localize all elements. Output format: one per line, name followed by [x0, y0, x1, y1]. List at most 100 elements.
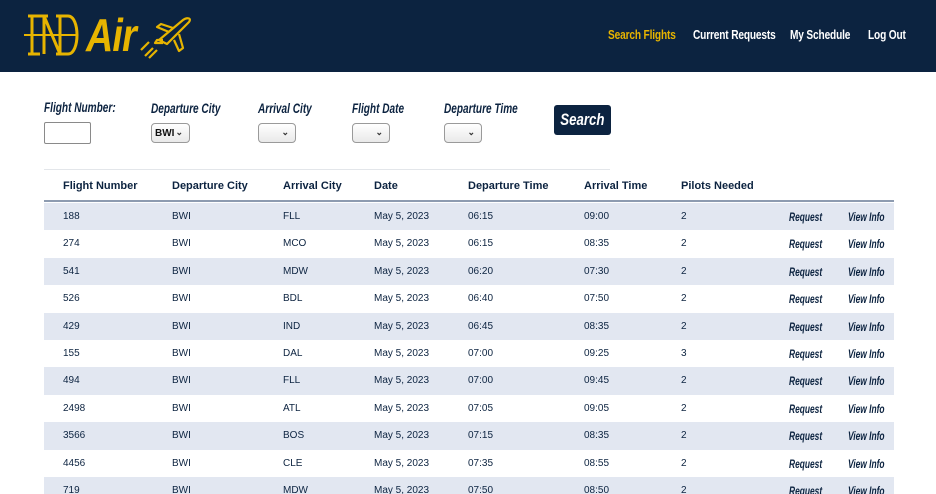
arrival-city-select[interactable]: ⌄ [258, 123, 296, 143]
view-info-link[interactable]: View Info [848, 347, 885, 361]
cell-departure-time: 06:40 [468, 293, 494, 305]
cell-departure-city: BWI [172, 238, 191, 250]
request-link[interactable]: Request [789, 292, 822, 306]
cell-departure-time: 06:45 [468, 320, 494, 332]
chevron-down-icon: ⌄ [467, 127, 475, 137]
cell-pilots-needed: 2 [681, 375, 687, 387]
cell-departure-city: BWI [172, 375, 191, 387]
site-logo[interactable]: Air [22, 6, 203, 64]
chevron-down-icon: ⌄ [281, 127, 289, 137]
flight-number-input[interactable] [44, 122, 91, 144]
header-departure-time: Departure Time [468, 180, 549, 192]
chevron-down-icon: ⌄ [375, 127, 383, 137]
chevron-down-icon: ⌄ [175, 127, 183, 137]
view-info-link[interactable]: View Info [848, 210, 885, 224]
cell-departure-time: 07:50 [468, 484, 494, 494]
flight-date-select[interactable]: ⌄ [352, 123, 390, 143]
cell-departure-city: BWI [172, 211, 191, 222]
view-info-link[interactable]: View Info [848, 429, 885, 443]
view-info-link[interactable]: View Info [848, 402, 885, 416]
view-info-link[interactable]: View Info [848, 320, 885, 334]
table-row: 429 BWI IND May 5, 2023 06:45 08:35 2 Request Vi… [44, 312, 894, 340]
cell-departure-time: 07:05 [468, 402, 494, 414]
cell-flight-number: 429 [63, 320, 80, 332]
request-link[interactable]: Request [789, 320, 822, 334]
cell-arrival-city: MCO [283, 238, 307, 250]
cell-departure-city: BWI [172, 457, 191, 469]
cell-pilots-needed: 2 [681, 211, 687, 222]
cell-pilots-needed: 2 [681, 238, 687, 250]
header-departure-city: Departure City [172, 180, 248, 192]
request-link[interactable]: Request [789, 374, 822, 388]
cell-flight-number: 274 [63, 238, 80, 250]
request-link[interactable]: Request [789, 210, 822, 224]
cell-arrival-city: FLL [283, 375, 301, 387]
header-date: Date [374, 180, 398, 192]
request-link[interactable]: Request [789, 265, 822, 279]
cell-departure-city: BWI [172, 484, 191, 494]
cell-departure-city: BWI [172, 320, 191, 332]
flights-table-body: 188 BWI FLL May 5, 2023 06:15 09:00 2 Request Vi… [44, 203, 894, 494]
departure-city-label: Departure City [151, 100, 221, 116]
cell-arrival-time: 08:35 [584, 320, 610, 332]
arrival-city-label: Arrival City [258, 100, 312, 116]
table-row: 3566 BWI BOS May 5, 2023 07:15 08:35 2 Request V… [44, 422, 894, 450]
cell-date: May 5, 2023 [374, 293, 430, 305]
header-flight-number: Flight Number [63, 180, 138, 192]
request-link[interactable]: Request [789, 237, 822, 251]
departure-city-select[interactable]: BWI ⌄ [151, 123, 190, 143]
cell-arrival-city: CLE [283, 457, 303, 469]
cell-departure-time: 07:15 [468, 430, 494, 442]
request-link[interactable]: Request [789, 457, 822, 471]
cell-arrival-city: BOS [283, 430, 305, 442]
cell-arrival-city: IND [283, 320, 301, 332]
table-row: 494 BWI FLL May 5, 2023 07:00 09:45 2 Request Vi… [44, 367, 894, 395]
header-pilots-needed: Pilots Needed [681, 180, 754, 192]
nav-log-out[interactable]: Log Out [868, 27, 906, 42]
nd-monogram-icon [24, 14, 79, 56]
top-nav-bar: Air Search Flights Current Requests My S… [0, 0, 936, 72]
cell-pilots-needed: 3 [681, 347, 687, 359]
departure-time-select[interactable]: ⌄ [444, 123, 482, 143]
cell-arrival-time: 09:00 [584, 211, 610, 222]
cell-date: May 5, 2023 [374, 238, 430, 250]
header-arrival-city: Arrival City [283, 180, 342, 192]
cell-arrival-city: DAL [283, 347, 303, 359]
search-button[interactable]: Search [554, 105, 611, 135]
cell-flight-number: 3566 [63, 430, 86, 442]
cell-departure-city: BWI [172, 347, 191, 359]
request-link[interactable]: Request [789, 429, 822, 443]
cell-date: May 5, 2023 [374, 402, 430, 414]
cell-flight-number: 4456 [63, 457, 86, 469]
table-row: 541 BWI MDW May 5, 2023 06:20 07:30 2 Request Vi… [44, 257, 894, 286]
table-row: 4456 BWI CLE May 5, 2023 07:35 08:55 2 Request V… [44, 450, 894, 477]
cell-departure-time: 07:00 [468, 375, 494, 387]
cell-date: May 5, 2023 [374, 484, 430, 494]
flight-number-label: Flight Number: [44, 99, 116, 115]
cell-pilots-needed: 2 [681, 402, 687, 414]
view-info-link[interactable]: View Info [848, 265, 885, 279]
view-info-link[interactable]: View Info [848, 457, 885, 471]
nav-current-requests[interactable]: Current Requests [693, 27, 776, 42]
cell-date: May 5, 2023 [374, 430, 430, 442]
cell-flight-number: 719 [63, 484, 80, 494]
cell-departure-time: 06:15 [468, 238, 494, 250]
nav-my-schedule[interactable]: My Schedule [790, 27, 850, 42]
request-link[interactable]: Request [789, 484, 822, 494]
cell-departure-city: BWI [172, 293, 191, 305]
nav-search-flights[interactable]: Search Flights [608, 27, 676, 42]
cell-date: May 5, 2023 [374, 211, 430, 222]
view-info-link[interactable]: View Info [848, 237, 885, 251]
cell-arrival-time: 09:45 [584, 375, 610, 387]
cell-departure-city: BWI [172, 265, 191, 277]
view-info-link[interactable]: View Info [848, 292, 885, 306]
cell-date: May 5, 2023 [374, 347, 430, 359]
cell-pilots-needed: 2 [681, 430, 687, 442]
departure-time-label: Departure Time [444, 100, 518, 116]
request-link[interactable]: Request [789, 347, 822, 361]
cell-pilots-needed: 2 [681, 265, 687, 277]
view-info-link[interactable]: View Info [848, 374, 885, 388]
request-link[interactable]: Request [789, 402, 822, 416]
view-info-link[interactable]: View Info [848, 484, 885, 494]
cell-pilots-needed: 2 [681, 484, 687, 494]
